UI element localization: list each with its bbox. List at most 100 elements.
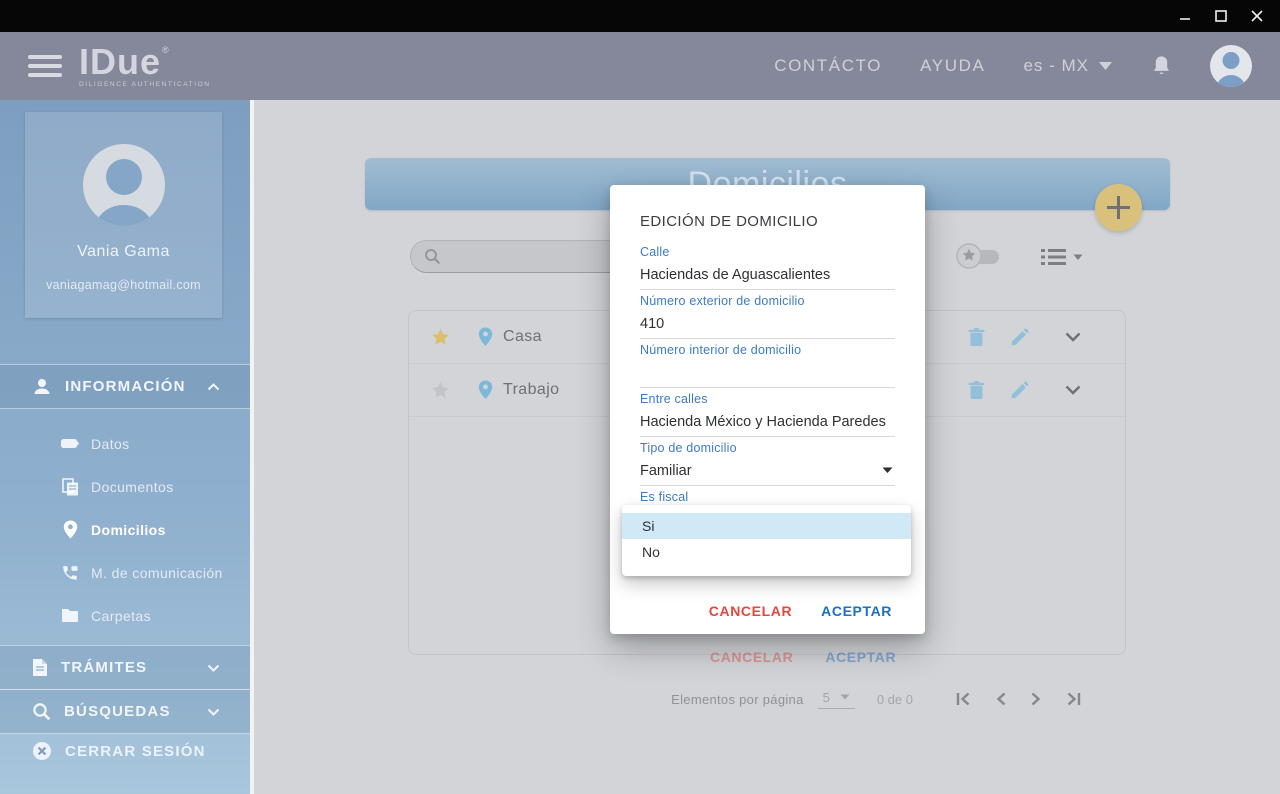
edit-button[interactable] — [1010, 328, 1029, 347]
notifications-bell-icon[interactable] — [1151, 54, 1172, 78]
dropdown-option-si[interactable]: Si — [622, 513, 911, 539]
page-range-label: 0 de 0 — [877, 692, 913, 707]
close-circle-icon — [32, 741, 52, 761]
favorite-star-icon[interactable] — [431, 381, 450, 399]
favorites-filter-toggle[interactable] — [956, 243, 1002, 270]
sidebar-item-label: Datos — [91, 436, 130, 452]
field-value[interactable]: Familiar — [640, 462, 895, 481]
caret-down-icon — [1073, 254, 1083, 261]
cancel-button[interactable]: CANCELAR — [710, 649, 793, 665]
logout-button[interactable]: CERRAR SESIÓN — [0, 734, 250, 768]
page-size-select[interactable]: 5 — [818, 690, 855, 709]
nav-contact[interactable]: CONTÁCTO — [774, 56, 882, 76]
brand-subtitle: DILIGENCE AUTHENTICATION — [79, 81, 211, 88]
pagination-bar: Elementos por página 5 0 de 0 — [254, 684, 1082, 714]
menu-icon[interactable] — [28, 55, 62, 77]
caret-down-icon — [840, 694, 850, 700]
trash-icon — [968, 328, 985, 347]
caret-down-icon[interactable] — [882, 467, 893, 474]
avatar — [83, 144, 165, 226]
expand-row-button[interactable] — [1065, 332, 1081, 342]
field-label: Es fiscal — [640, 490, 895, 505]
expand-row-button[interactable] — [1065, 385, 1081, 395]
sidebar-item-label: Domicilios — [91, 522, 166, 538]
document-icon — [32, 658, 48, 677]
dropdown-option-no[interactable]: No — [622, 539, 911, 565]
field-label: Número interior de domicilio — [640, 343, 895, 358]
sidebar-item-label: Carpetas — [91, 608, 151, 624]
sidebar-item-domicilios[interactable]: Domicilios — [0, 508, 250, 551]
first-page-button[interactable] — [955, 691, 972, 707]
last-page-button[interactable] — [1065, 691, 1082, 707]
section-label: BÚSQUEDAS — [64, 703, 171, 720]
favorite-star-icon[interactable] — [431, 328, 450, 346]
dialog-title: EDICIÓN DE DOMICILIO — [640, 213, 895, 230]
section-label: TRÁMITES — [61, 659, 147, 676]
maximize-icon — [1215, 10, 1227, 22]
add-address-button[interactable] — [1095, 184, 1142, 231]
cancel-button[interactable]: CANCELAR — [709, 603, 792, 619]
sidebar-section-tramites[interactable]: TRÁMITES — [0, 645, 250, 690]
field-label: Tipo de domicilio — [640, 441, 895, 456]
sidebar-item-documentos[interactable]: Documentos — [0, 465, 250, 508]
avatar-head — [1223, 52, 1240, 69]
minimize-icon — [1179, 10, 1191, 22]
registered-mark: ® — [162, 46, 169, 55]
field-es-fiscal[interactable]: Es fiscal — [640, 490, 895, 505]
field-value[interactable]: 410 — [640, 315, 895, 334]
field-label: Número exterior de domicilio — [640, 294, 895, 309]
accept-button[interactable]: ACEPTAR — [821, 603, 892, 619]
edit-address-dialog: EDICIÓN DE DOMICILIO Calle Haciendas de … — [610, 185, 925, 634]
previous-page-button[interactable] — [995, 691, 1007, 707]
chevron-down-icon — [1065, 385, 1081, 395]
field-numero-interior[interactable]: Número interior de domicilio — [640, 343, 895, 388]
documents-icon — [59, 478, 81, 496]
field-tipo-domicilio[interactable]: Tipo de domicilio Familiar — [640, 441, 895, 486]
location-pin-icon — [478, 380, 493, 400]
first-page-icon — [955, 691, 972, 707]
language-selector[interactable]: es - MX — [1023, 56, 1113, 76]
sidebar-section-informacion[interactable]: INFORMACIÓN — [0, 364, 250, 409]
trash-icon — [968, 381, 985, 400]
window-titlebar — [0, 0, 1280, 32]
sidebar-item-datos[interactable]: Datos — [0, 422, 250, 465]
accept-button[interactable]: ACEPTAR — [825, 649, 896, 665]
user-name: Vania Gama — [77, 243, 170, 261]
caret-down-icon — [1098, 61, 1113, 71]
next-page-button[interactable] — [1030, 691, 1042, 707]
field-calle[interactable]: Calle Haciendas de Aguascalientes — [640, 245, 895, 290]
section-label: INFORMACIÓN — [65, 378, 186, 395]
search-icon — [424, 248, 441, 265]
field-numero-exterior[interactable]: Número exterior de domicilio 410 — [640, 294, 895, 339]
field-label: Calle — [640, 245, 895, 260]
user-avatar-button[interactable] — [1210, 45, 1252, 87]
sidebar: Vania Gama vaniagamag@hotmail.com INFORM… — [0, 100, 250, 794]
location-pin-icon — [478, 327, 493, 347]
field-entre-calles[interactable]: Entre calles Hacienda México y Hacienda … — [640, 392, 895, 437]
delete-button[interactable] — [968, 328, 985, 347]
sidebar-section-busquedas[interactable]: BÚSQUEDAS — [0, 689, 250, 734]
field-label: Entre calles — [640, 392, 895, 407]
sidebar-item-comunicacion[interactable]: M. de comunicación — [0, 551, 250, 594]
pencil-icon — [1010, 328, 1029, 347]
language-label: es - MX — [1023, 56, 1089, 76]
field-value[interactable]: Hacienda México y Hacienda Paredes — [640, 413, 895, 432]
nav-help[interactable]: AYUDA — [920, 56, 985, 76]
field-value[interactable] — [640, 364, 895, 383]
field-value[interactable]: Haciendas de Aguascalientes — [640, 266, 895, 285]
list-view-selector[interactable] — [1041, 248, 1083, 266]
minimize-button[interactable] — [1170, 3, 1200, 29]
sidebar-item-carpetas[interactable]: Carpetas — [0, 594, 250, 637]
close-button[interactable] — [1242, 3, 1272, 29]
delete-button[interactable] — [968, 381, 985, 400]
sidebar-scrollbar[interactable] — [250, 100, 254, 794]
address-label: Trabajo — [503, 381, 559, 399]
edit-button[interactable] — [1010, 381, 1029, 400]
background-form-actions: CANCELAR ACEPTAR — [710, 649, 896, 665]
chevron-down-icon — [207, 664, 220, 672]
chevron-right-icon — [1030, 691, 1042, 707]
maximize-button[interactable] — [1206, 3, 1236, 29]
pencil-icon — [1010, 381, 1029, 400]
card-icon — [59, 438, 81, 450]
avatar-body — [1216, 75, 1246, 87]
